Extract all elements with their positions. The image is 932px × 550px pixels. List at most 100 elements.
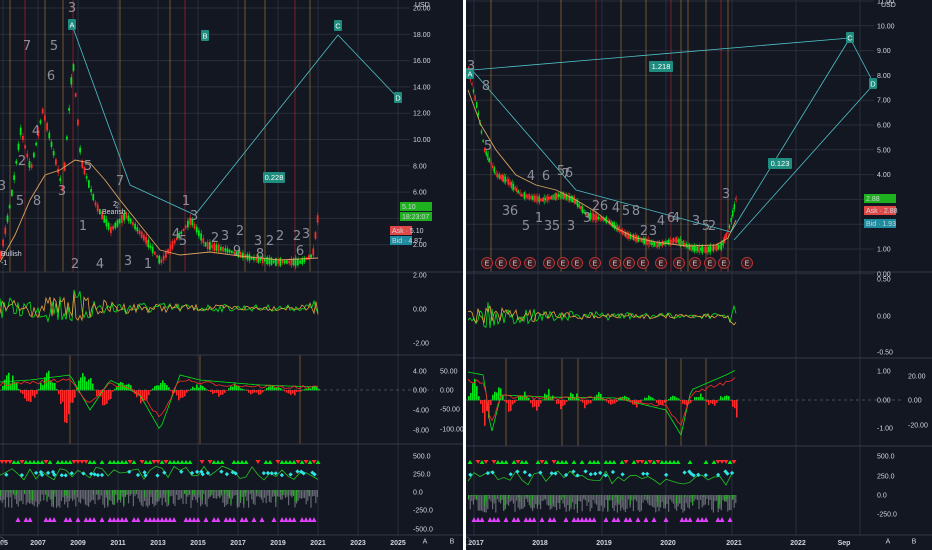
down-triangle-marker: [163, 460, 169, 464]
left-chart-canvas[interactable]: ABCD0.22835764325 85132 4721132 3 23 2 2 2 33569…: [0, 0, 463, 550]
oscillator3-bar: [716, 495, 718, 501]
up-triangle-marker: [283, 460, 289, 464]
earnings-marker[interactable]: E: [495, 257, 507, 269]
oscillator3-bar: [610, 495, 612, 501]
earnings-marker[interactable]: E: [718, 257, 730, 269]
up-triangle-marker: [211, 460, 217, 464]
earnings-marker[interactable]: E: [481, 257, 493, 269]
magenta-triangle-marker: [151, 517, 157, 522]
oscillator2-bar: [54, 382, 56, 391]
oscillator3-green-bar: [733, 495, 735, 497]
osc3-tick-label: 0.0: [877, 493, 887, 500]
oscillator3-bar: [17, 490, 19, 507]
corner-icon-letter: A: [423, 539, 428, 546]
candle: [512, 183, 515, 190]
time-axis-label: 2018: [532, 540, 548, 547]
right-chart-canvas[interactable]: ACD1.2180.1233853 654 6 5763 5 32 6 4 5 82 34 64 3 52…: [466, 0, 932, 550]
oscillator2-bar: [16, 382, 18, 391]
candle: [474, 95, 476, 101]
earnings-marker[interactable]: E: [609, 257, 621, 269]
earnings-marker[interactable]: E: [689, 257, 701, 269]
candle: [527, 194, 529, 199]
oscillator3-bar: [1, 490, 3, 503]
oscillator2-bar: [184, 390, 186, 397]
earnings-marker[interactable]: E: [557, 257, 569, 269]
oscillator3-green-bar: [504, 495, 506, 506]
earnings-marker[interactable]: E: [637, 257, 649, 269]
oscillator2-bar: [6, 375, 8, 391]
oscillator3-bar: [506, 495, 508, 505]
oscillator3-bar: [131, 490, 133, 495]
oscillator3-green-bar: [684, 495, 686, 497]
diamond-marker: [729, 470, 735, 476]
earnings-marker[interactable]: E: [509, 257, 521, 269]
candle: [136, 227, 139, 232]
wave-count-label: 5: [522, 219, 530, 234]
oscillator3-bar: [637, 495, 639, 511]
oscillator3-bar: [128, 490, 130, 504]
candle: [549, 196, 551, 199]
candle: [140, 231, 143, 238]
candle: [596, 214, 598, 221]
earnings-marker[interactable]: E: [704, 257, 716, 269]
earnings-marker[interactable]: E: [655, 257, 667, 269]
oscillator2-bar: [104, 390, 106, 406]
oscillator3-bar: [56, 490, 58, 508]
magenta-triangle-marker: [259, 517, 265, 522]
candle: [28, 161, 31, 168]
candle: [541, 198, 543, 202]
oscillator3-green-bar: [724, 495, 726, 500]
oscillator3-bar: [645, 495, 647, 501]
oscillator3-green-bar: [73, 490, 75, 496]
candle: [299, 260, 301, 264]
oscillator3-bar: [33, 490, 35, 507]
wave-count-label: 3: [190, 209, 198, 224]
diamond-marker: [279, 472, 285, 478]
oscillator3-bar: [25, 490, 27, 505]
candle: [13, 175, 15, 181]
earnings-marker[interactable]: E: [524, 257, 536, 269]
oscillator3-bar: [501, 495, 503, 500]
candle: [698, 245, 700, 253]
osc2-right-tick-label: 0.00: [440, 388, 454, 395]
candle: [724, 235, 726, 243]
candle: [160, 259, 163, 263]
oscillator3-bar: [538, 495, 540, 505]
wave-count-label: 3: [722, 187, 730, 202]
candle: [127, 215, 130, 221]
right-chart-pane[interactable]: A C D 1.218 0.123 3 8 5 3 6 5 4 6 5 7 6 3 5 3 2 6 4 5 8 2 3 4 6 4 3 5 2…: [466, 0, 932, 550]
earnings-marker[interactable]: E: [623, 257, 635, 269]
earnings-marker[interactable]: E: [673, 257, 685, 269]
oscillator3-green-bar: [224, 490, 226, 495]
oscillator3-bar: [709, 495, 711, 500]
oscillator3-bar: [177, 490, 179, 501]
oscillator2-bar: [72, 390, 74, 403]
oscillator2-bar: [658, 400, 660, 405]
oscillator3-green-bar: [288, 490, 290, 491]
earnings-marker[interactable]: E: [741, 257, 753, 269]
time-axis-label: 2025: [390, 540, 406, 547]
candle: [476, 101, 478, 109]
earnings-marker[interactable]: E: [543, 257, 555, 269]
earnings-marker[interactable]: E: [589, 257, 601, 269]
diamond-marker: [641, 471, 646, 476]
candle: [656, 242, 659, 248]
candle: [709, 245, 711, 253]
wave-count-label: 3: [583, 211, 591, 226]
left-chart-pane[interactable]: A B C D 0.228 3 5 7 6 4 3 2 5 8 5 1 3 2 4 7 2 1 1 3 2 3 2 3 2 2 2 3 3 5 6 9…: [0, 0, 463, 550]
time-axis-label: 2020: [660, 540, 676, 547]
magenta-triangle-marker: [143, 517, 149, 522]
oscillator3-bar: [696, 495, 698, 501]
osc3-tick-label: 500.0: [413, 454, 431, 461]
magenta-triangle-marker: [695, 517, 701, 522]
osc3-tick-label: -250.0: [413, 508, 433, 515]
earnings-marker[interactable]: E: [571, 257, 583, 269]
oscillator3-bar: [660, 495, 662, 508]
diamond-marker: [261, 471, 266, 476]
osc3-tick-label: -250.0: [877, 512, 897, 519]
oscillator3-bar: [543, 495, 545, 501]
oscillator3-green-bar: [294, 490, 296, 502]
oscillator3-bar: [663, 495, 665, 509]
oscillator3-bar: [516, 495, 518, 501]
oscillator3-green-bar: [500, 495, 502, 501]
